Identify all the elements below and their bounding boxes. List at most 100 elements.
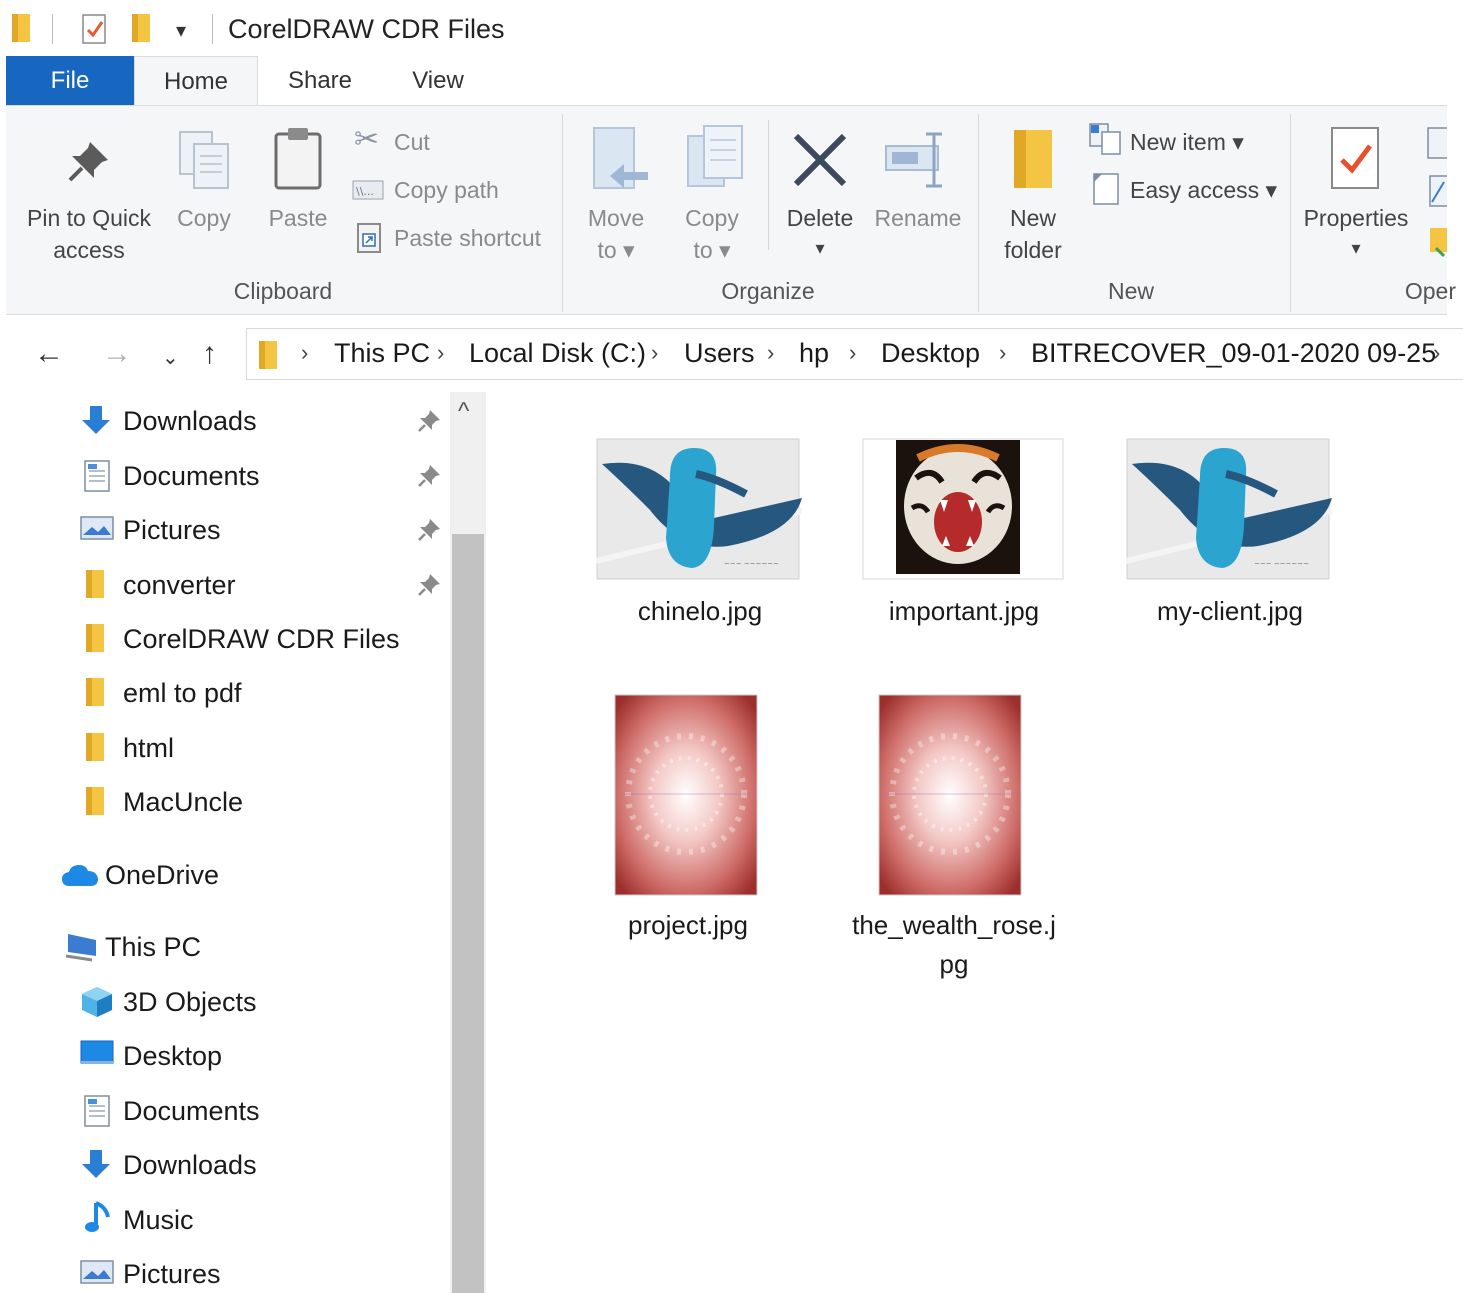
rename-icon (885, 132, 942, 188)
breadcrumb-chevron-icon[interactable]: › (301, 340, 308, 366)
delete-dropdown-chevron-icon[interactable]: ▾ (780, 232, 860, 264)
properties-label: Properties (1303, 205, 1409, 231)
file-item[interactable]: ~~~ ~~~~~~ my-client.jpg (1120, 438, 1340, 638)
navigation-pane-scrollbar[interactable]: ^ (450, 392, 486, 1293)
this-pc-monitor-icon (65, 934, 96, 962)
breadcrumb-users[interactable]: Users (684, 338, 755, 369)
breadcrumb-chevron-icon[interactable]: › (849, 340, 856, 366)
pin-icon[interactable] (416, 572, 442, 603)
nav-item-converter[interactable]: converter (80, 562, 440, 606)
file-name: project.jpg (628, 910, 748, 940)
nav-item-label: Pictures (123, 515, 221, 545)
file-thumbnail-image: ~~~ ~~~~~~ (596, 438, 802, 580)
nav-item-downloads-pc[interactable]: Downloads (80, 1142, 440, 1186)
breadcrumb-local-disk[interactable]: Local Disk (C:) (469, 338, 646, 369)
properties-dropdown-chevron-icon[interactable]: ▾ (1298, 232, 1414, 264)
tab-file[interactable]: File (6, 56, 134, 106)
file-name: chinelo.jpg (637, 596, 763, 626)
nav-item-documents-pc[interactable]: Documents (80, 1088, 440, 1132)
nav-item-downloads[interactable]: Downloads (80, 398, 440, 442)
3d-objects-icon (82, 987, 112, 1017)
breadcrumb-chevron-icon[interactable]: › (1433, 340, 1440, 366)
nav-item-music[interactable]: Music (80, 1197, 440, 1241)
move-to-label: Move to ▾ (587, 205, 645, 263)
nav-item-eml-to-pdf[interactable]: eml to pdf (80, 670, 440, 714)
new-folder-icon[interactable] (130, 12, 156, 44)
pin-icon[interactable] (416, 463, 442, 494)
paste-clipboard-icon (274, 128, 322, 190)
customize-quick-access-chevron-icon[interactable]: ▾ (176, 18, 186, 43)
folder-icon (1014, 130, 1052, 188)
nav-item-label: 3D Objects (123, 987, 257, 1017)
file-thumbnail-image (878, 694, 1022, 896)
file-name: the_wealth_rose.j pg (852, 910, 1056, 979)
file-item[interactable]: important.jpg (854, 438, 1074, 638)
pin-icon[interactable] (416, 517, 442, 548)
copy-to-label: Copy to ▾ (685, 205, 739, 263)
nav-item-html[interactable]: html (80, 725, 440, 769)
folder-icon (86, 733, 104, 761)
scrollbar-thumb[interactable] (452, 534, 484, 1293)
file-item[interactable]: project.jpg (578, 692, 798, 952)
breadcrumb-hp[interactable]: hp (799, 338, 829, 369)
delete-label: Delete (786, 205, 854, 231)
navigation-pane: Downloads Documents Pictures converter C… (0, 392, 450, 1293)
nav-item-pictures-pc[interactable]: Pictures (80, 1251, 440, 1293)
group-divider (1290, 114, 1291, 312)
file-item[interactable]: ~~~ ~~~~~~ chinelo.jpg (590, 438, 810, 638)
tab-home[interactable]: Home (134, 56, 258, 106)
nav-item-label: Music (123, 1205, 194, 1235)
rename-label: Rename (874, 205, 962, 231)
window-title: CorelDRAW CDR Files (228, 14, 505, 44)
nav-item-coreldraw-cdr-files[interactable]: CorelDRAW CDR Files (80, 616, 440, 660)
music-note-icon (85, 1201, 110, 1232)
nav-item-label: Downloads (123, 1150, 257, 1180)
paste-shortcut-icon (357, 223, 381, 253)
file-thumbnail-image (862, 438, 1064, 580)
nav-item-label: This PC (105, 932, 202, 962)
back-arrow-icon[interactable]: ← (34, 338, 64, 370)
scissors-icon: ✂ (354, 123, 380, 156)
nav-item-onedrive[interactable]: OneDrive (60, 852, 440, 896)
divider (768, 120, 769, 250)
breadcrumb-this-pc[interactable]: This PC (334, 338, 430, 369)
copy-label: Copy (177, 205, 231, 231)
address-bar[interactable]: › This PC › Local Disk (C:) › Users › hp… (246, 328, 1463, 380)
pin-icon[interactable] (416, 408, 442, 439)
file-item[interactable]: the_wealth_rose.j pg (844, 692, 1064, 992)
folder-icon (86, 787, 104, 815)
nav-item-label: OneDrive (105, 860, 220, 890)
recent-locations-chevron-icon[interactable]: ⌄ (162, 342, 179, 374)
ribbon-tabs: File Home Share View (0, 56, 1463, 106)
up-arrow-icon[interactable]: ↑ (202, 338, 217, 370)
nav-item-3d-objects[interactable]: 3D Objects (80, 979, 440, 1023)
nav-item-desktop[interactable]: Desktop (80, 1033, 440, 1077)
folder-icon (259, 341, 277, 369)
properties-check-icon (1331, 127, 1379, 189)
breadcrumb-chevron-icon[interactable]: › (437, 340, 444, 366)
nav-item-label: Documents (123, 1096, 260, 1126)
breadcrumb-chevron-icon[interactable]: › (651, 340, 658, 366)
file-name: my-client.jpg (1157, 596, 1303, 626)
properties-check-icon[interactable] (80, 12, 110, 46)
tab-view[interactable]: View (392, 56, 484, 106)
nav-item-label: converter (123, 570, 236, 600)
tab-share[interactable]: Share (270, 56, 370, 106)
forward-arrow-icon[interactable]: → (102, 338, 132, 370)
breadcrumb-bitrecover[interactable]: BITRECOVER_09-01-2020 09-25 (1031, 338, 1436, 369)
breadcrumb-chevron-icon[interactable]: › (767, 340, 774, 366)
nav-item-this-pc[interactable]: This PC (60, 924, 440, 968)
open-group-partial-icons (1427, 127, 1447, 258)
group-divider (562, 114, 563, 312)
title-bar: ▾ CorelDRAW CDR Files (0, 0, 1463, 56)
new-group-label: New (1107, 278, 1154, 304)
desktop-icon (80, 1040, 114, 1064)
nav-item-pictures[interactable]: Pictures (80, 507, 440, 551)
folder-icon (86, 570, 104, 598)
breadcrumb-desktop[interactable]: Desktop (881, 338, 980, 369)
breadcrumb-chevron-icon[interactable]: › (999, 340, 1006, 366)
pin-to-quick-access-label: Pin to Quick access (27, 205, 151, 263)
nav-item-macuncle[interactable]: MacUncle (80, 779, 440, 823)
nav-item-documents[interactable]: Documents (80, 453, 440, 497)
scroll-up-chevron-icon[interactable]: ^ (458, 398, 469, 426)
